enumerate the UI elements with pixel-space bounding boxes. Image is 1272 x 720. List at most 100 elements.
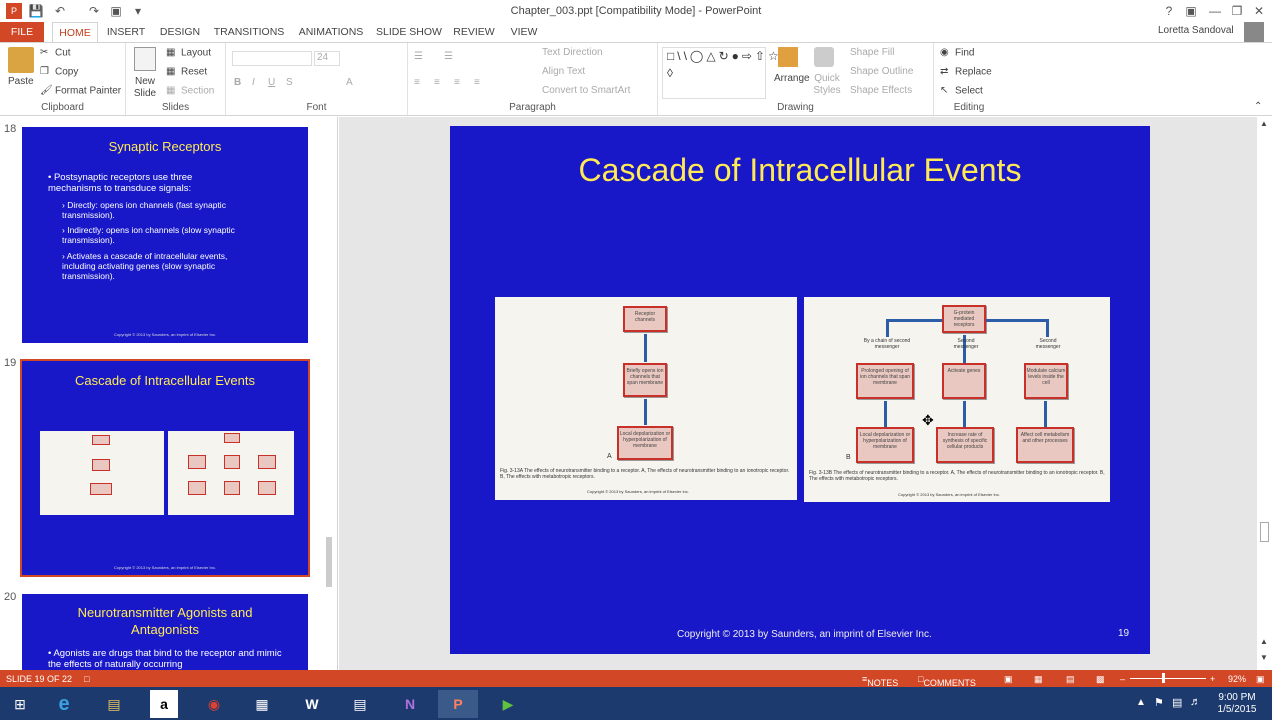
font-name-box[interactable] [232, 51, 312, 66]
zoom-slider[interactable] [1130, 678, 1206, 679]
tab-transitions[interactable]: TRANSITIONS [212, 22, 286, 42]
arrange-icon[interactable] [778, 47, 798, 67]
scroll-up-icon[interactable]: ▲ [1260, 119, 1268, 128]
comments-button[interactable]: □ COMMENTS [918, 674, 976, 688]
tab-design[interactable]: DESIGN [158, 22, 202, 42]
amazon-icon[interactable]: a [150, 690, 178, 718]
layout-button[interactable]: ▦ Layout [166, 47, 211, 59]
slideshow-view-icon[interactable]: ▩ [1096, 674, 1105, 685]
align-left-icon[interactable]: ≡ [414, 77, 420, 88]
fit-slide-icon[interactable]: ▣ [1256, 674, 1265, 685]
current-slide[interactable]: Cascade of Intracellular Events Receptor… [450, 126, 1150, 654]
bold-icon[interactable]: B [234, 77, 241, 88]
slide-sorter-icon[interactable]: ▦ [1034, 674, 1043, 685]
scrollbar-thumb[interactable] [1260, 522, 1269, 542]
notepad-icon[interactable]: ▤ [340, 690, 380, 718]
underline-icon[interactable]: U [268, 77, 275, 88]
figure-caption: Fig. 3-13B The effects of neurotransmitt… [809, 470, 1105, 482]
maximize-button[interactable]: ❐ [1226, 2, 1248, 20]
copy-button[interactable]: ❐ Copy [40, 66, 78, 78]
shape-fill-button[interactable]: Shape Fill [850, 47, 894, 58]
numbering-icon[interactable]: ☰ [444, 51, 453, 62]
internet-explorer-icon[interactable]: e [44, 690, 84, 718]
new-slide-icon[interactable] [134, 47, 156, 71]
powerpoint-taskbar-icon[interactable]: P [438, 690, 478, 718]
tab-home[interactable]: HOME [52, 22, 98, 42]
tab-insert[interactable]: INSERT [104, 22, 148, 42]
font-color-icon[interactable]: A [346, 77, 353, 88]
text-direction-button[interactable]: Text Direction [542, 47, 603, 58]
font-size-box[interactable]: 24 [314, 51, 340, 66]
align-text-button[interactable]: Align Text [542, 66, 585, 77]
editing-group: ◉ Find ⇄ Replace ↖ Select Editing [934, 43, 1004, 115]
align-right-icon[interactable]: ≡ [454, 77, 460, 88]
spell-check-icon[interactable]: □ [84, 674, 89, 684]
zoom-slider-thumb[interactable] [1162, 673, 1165, 683]
cut-button[interactable]: ✂ Cut [40, 47, 71, 59]
slide-thumbnail-20[interactable]: Neurotransmitter Agonists and Antagonist… [22, 594, 308, 670]
new-slide-button[interactable]: New Slide [130, 76, 160, 100]
ribbon-display-icon[interactable]: ▣ [1180, 2, 1202, 20]
thumb-scrollbar-thumb[interactable] [326, 537, 332, 587]
paste-icon[interactable] [8, 47, 34, 73]
reading-view-icon[interactable]: ▤ [1066, 674, 1075, 685]
clock[interactable]: 9:00 PM 1/5/2015 [1214, 692, 1260, 716]
tab-animations[interactable]: ANIMATIONS [296, 22, 366, 42]
collapse-ribbon-icon[interactable]: ⌃ [1254, 101, 1262, 112]
smartart-button[interactable]: Convert to SmartArt [542, 85, 630, 96]
shape-outline-button[interactable]: Shape Outline [850, 66, 913, 77]
shape-effects-button[interactable]: Shape Effects [850, 85, 912, 96]
file-explorer-icon[interactable]: ▤ [94, 690, 134, 718]
network-icon[interactable]: ▤ [1172, 696, 1182, 709]
quick-styles-button[interactable]: Quick Styles [810, 73, 844, 97]
normal-view-icon[interactable]: ▣ [1004, 674, 1013, 685]
help-icon[interactable]: ? [1158, 2, 1180, 20]
format-painter-button[interactable]: 🖌 Format Painter [40, 85, 121, 97]
bullets-icon[interactable]: ☰ [414, 51, 423, 62]
user-name[interactable]: Loretta Sandoval [1158, 25, 1234, 36]
tab-view[interactable]: VIEW [506, 22, 542, 42]
italic-icon[interactable]: I [252, 77, 255, 88]
flag-icon[interactable]: ⚑ [1154, 696, 1164, 709]
prev-slide-icon[interactable]: ▲ [1260, 637, 1268, 646]
slide-thumbnail-19[interactable]: Cascade of Intracellular Events Copyrigh… [20, 359, 310, 577]
zoom-in-icon[interactable]: + [1210, 674, 1215, 684]
notes-button[interactable]: ≡ NOTES [862, 674, 898, 688]
arrange-button[interactable]: Arrange [774, 73, 810, 84]
slide-title[interactable]: Cascade of Intracellular Events [450, 152, 1150, 189]
zoom-out-icon[interactable]: – [1120, 674, 1125, 684]
figure-a[interactable]: Receptor channels Briefly opens ion chan… [495, 297, 797, 500]
scissors-icon: ✂ [40, 47, 49, 58]
replace-button[interactable]: ⇄ Replace [940, 66, 992, 78]
reset-button[interactable]: ▦ Reset [166, 66, 207, 78]
next-slide-icon[interactable]: ▼ [1260, 653, 1268, 662]
chrome-icon[interactable]: ◉ [194, 690, 234, 718]
tab-review[interactable]: REVIEW [452, 22, 496, 42]
onenote-icon[interactable]: N [390, 690, 430, 718]
close-button[interactable]: ✕ [1248, 2, 1270, 20]
tab-file[interactable]: FILE [0, 22, 44, 42]
shapes-gallery[interactable]: □\\◯△↻●⇨⇧☆{}◊ [662, 47, 793, 99]
shadow-icon[interactable]: S [286, 77, 293, 88]
find-button[interactable]: ◉ Find [940, 47, 974, 59]
paste-button[interactable]: Paste [8, 76, 34, 87]
justify-icon[interactable]: ≡ [474, 77, 480, 88]
figure-b[interactable]: G-protein mediated receptors By a chain … [804, 297, 1110, 502]
tray-arrow-icon[interactable]: ▲ [1136, 697, 1146, 708]
slide-thumbnail-18[interactable]: Synaptic Receptors • Postsynaptic recept… [22, 127, 308, 343]
slide-number-footer: 19 [1118, 628, 1130, 639]
calculator-icon[interactable]: ▦ [242, 690, 282, 718]
section-button[interactable]: ▦ Section [166, 85, 214, 97]
camtasia-icon[interactable]: ▶ [488, 690, 528, 718]
tab-slide-show[interactable]: SLIDE SHOW [376, 22, 442, 42]
minimize-button[interactable]: — [1204, 2, 1226, 20]
quick-styles-icon[interactable] [814, 47, 834, 67]
align-center-icon[interactable]: ≡ [434, 77, 440, 88]
volume-icon[interactable]: ♬ [1190, 696, 1201, 708]
select-button[interactable]: ↖ Select [940, 85, 983, 97]
avatar[interactable] [1244, 22, 1264, 42]
zoom-level[interactable]: 92% [1228, 674, 1246, 684]
windows-start-icon[interactable]: ⊞ [0, 690, 40, 718]
word-icon[interactable]: W [292, 690, 332, 718]
canvas-scrollbar[interactable]: ▲ ▲ ▼ [1257, 117, 1272, 670]
